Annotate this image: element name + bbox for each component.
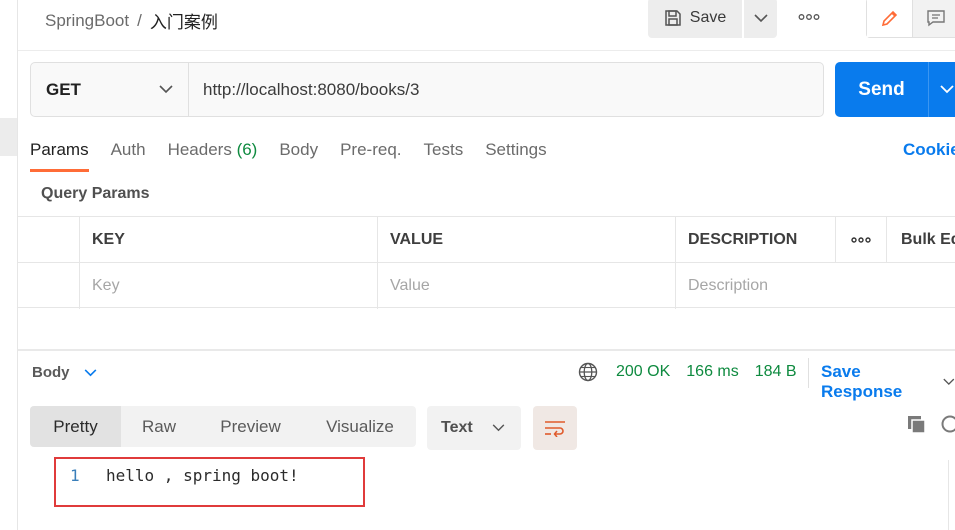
save-button[interactable]: Save (648, 0, 742, 38)
tab-label: Pre-req. (340, 140, 402, 159)
response-time[interactable]: 166 ms (686, 363, 738, 381)
response-body-label: Body (32, 364, 70, 381)
chevron-down-icon (492, 424, 505, 432)
save-label: Save (689, 9, 727, 26)
response-body-selector[interactable]: Body (32, 364, 97, 381)
breadcrumb-separator: / (137, 10, 142, 30)
tab-body[interactable]: Body (279, 140, 318, 172)
table-header-row: KEY VALUE DESCRIPTION Bulk Ed (18, 217, 955, 263)
tab-label: Auth (110, 140, 146, 159)
search-icon[interactable] (940, 414, 955, 441)
cookies-link[interactable]: Cookie (903, 140, 955, 160)
tab-auth[interactable]: Auth (111, 140, 146, 172)
tab-label: Settings (485, 140, 547, 159)
status-code[interactable]: 200 OK (616, 363, 670, 381)
column-options-button[interactable] (835, 217, 886, 263)
column-header-description: DESCRIPTION (675, 217, 835, 263)
more-icon (798, 14, 820, 20)
response-divider[interactable] (18, 349, 955, 351)
chevron-down-icon (159, 85, 173, 94)
tab-label: Body (279, 140, 319, 159)
tab-tests[interactable]: Tests (424, 140, 464, 172)
url-input[interactable]: http://localhost:8080/books/3 (189, 63, 823, 116)
table-row: Key Value Description (18, 263, 955, 309)
edit-icon (881, 10, 897, 27)
more-options-button[interactable] (790, 6, 828, 28)
code-line: 1 hello , spring boot! (70, 466, 299, 485)
bulk-edit-button[interactable]: Bulk Ed (886, 217, 955, 263)
line-number: 1 (70, 466, 80, 485)
comment-icon (927, 10, 945, 27)
query-params-table: KEY VALUE DESCRIPTION Bulk Ed Key Value … (18, 216, 955, 309)
wrap-lines-button[interactable] (533, 406, 577, 450)
view-pretty[interactable]: Pretty (30, 406, 121, 447)
save-icon (665, 10, 681, 26)
param-description-input[interactable]: Description (675, 263, 955, 309)
column-header-value: VALUE (377, 217, 675, 263)
response-size[interactable]: 184 B (755, 363, 797, 381)
view-raw[interactable]: Raw (121, 406, 197, 447)
save-dropdown-button[interactable] (744, 0, 777, 38)
edit-button[interactable] (867, 0, 913, 37)
breadcrumb: SpringBoot / 入门案例 (45, 8, 218, 33)
param-key-input[interactable]: Key (79, 263, 377, 309)
globe-icon[interactable] (578, 362, 598, 382)
wrap-lines-icon (545, 421, 565, 437)
editor-scrollbar[interactable] (948, 460, 949, 530)
tab-settings[interactable]: Settings (485, 140, 546, 172)
save-response-button[interactable]: Save Response (821, 362, 955, 402)
save-response-label: Save Response (821, 362, 903, 401)
chevron-down-icon (753, 13, 768, 22)
param-value-input[interactable]: Value (377, 263, 675, 309)
column-header-key: KEY (79, 217, 377, 263)
view-visualize[interactable]: Visualize (304, 406, 416, 447)
tab-params[interactable]: Params (30, 140, 89, 172)
format-select[interactable]: Text (427, 406, 521, 450)
headers-count: (6) (236, 140, 258, 159)
tab-pre-request[interactable]: Pre-req. (340, 140, 401, 172)
method-select[interactable]: GET (31, 63, 189, 116)
send-dropdown-button[interactable] (928, 62, 955, 117)
sidebar-strip (0, 0, 18, 530)
tab-headers[interactable]: Headers (6) (168, 140, 258, 172)
breadcrumb-request-name[interactable]: 入门案例 (150, 8, 218, 33)
response-body-text[interactable]: hello , spring boot! (106, 466, 299, 485)
tab-label: Params (30, 140, 89, 159)
send-button-group: Send (835, 62, 955, 117)
save-group: Save (648, 0, 777, 38)
breadcrumb-collection[interactable]: SpringBoot (45, 11, 129, 31)
request-tabs: Params Auth Headers (6) Body Pre-req. Te… (30, 140, 569, 172)
tab-label: Headers (167, 140, 232, 159)
chevron-down-icon (940, 85, 954, 94)
query-params-title: Query Params (41, 185, 150, 202)
header-divider (18, 50, 955, 51)
right-toolbar (866, 0, 955, 38)
view-preview[interactable]: Preview (197, 406, 304, 447)
response-view-tabs: Pretty Raw Preview Visualize (30, 406, 416, 447)
tab-label: Tests (423, 140, 464, 159)
copy-icon[interactable] (906, 414, 928, 441)
method-value: GET (46, 79, 81, 99)
response-meta: 200 OK 166 ms 184 B (578, 362, 813, 382)
chevron-down-icon (84, 368, 96, 376)
sidebar-selected-item[interactable] (0, 118, 17, 156)
request-url-bar: GET http://localhost:8080/books/3 (30, 62, 824, 117)
format-value: Text (441, 419, 473, 436)
more-icon (851, 237, 871, 243)
comments-button[interactable] (913, 0, 955, 37)
chevron-down-icon (943, 378, 955, 386)
send-button[interactable]: Send (835, 62, 928, 117)
meta-separator (808, 358, 809, 388)
